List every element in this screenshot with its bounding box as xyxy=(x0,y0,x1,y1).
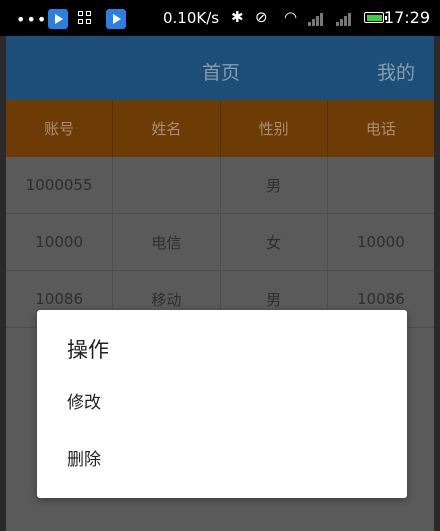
cell-phone xyxy=(328,157,434,213)
vibrate-mute-icon: ⊘ xyxy=(255,8,268,26)
cell-phone: 10000 xyxy=(357,233,405,251)
header-gender: 性别 xyxy=(221,100,328,157)
cell-gender: 男 xyxy=(221,157,328,213)
operation-dialog: 操作 修改 删除 xyxy=(37,310,407,498)
signal-icon-2 xyxy=(336,12,352,26)
signal-icon xyxy=(308,12,324,26)
clock: 17:29 xyxy=(383,8,430,27)
play-app-icon-2 xyxy=(106,9,126,29)
more-dots-icon: ••• xyxy=(16,10,48,29)
header-phone: 电话 xyxy=(365,120,396,138)
tab-home[interactable]: 首页 xyxy=(202,58,240,85)
edit-menu-item[interactable]: 修改 xyxy=(67,383,367,423)
table-row[interactable]: 10000 电信 女 10000 xyxy=(6,214,434,271)
top-nav-bar: 首页 我的 xyxy=(6,36,434,100)
cell-name xyxy=(113,157,221,213)
play-app-icon xyxy=(48,9,68,29)
cell-account: 10000 xyxy=(6,214,114,270)
network-speed: 0.10K/s xyxy=(163,9,220,27)
grid-app-icon xyxy=(78,11,94,27)
account-table: 账号 姓名 性别 电话 1000055 男 10000 电信 女 10000 1… xyxy=(6,100,434,328)
cell-name: 电信 xyxy=(113,214,221,270)
table-header: 账号 姓名 性别 电话 xyxy=(6,100,434,157)
wifi-icon: ◠ xyxy=(284,8,298,26)
bluetooth-icon: ✱ xyxy=(231,8,244,26)
cell-gender: 女 xyxy=(221,214,328,270)
cell-account: 1000055 xyxy=(6,157,114,213)
tab-mine[interactable]: 我的 xyxy=(377,58,415,85)
header-name: 姓名 xyxy=(113,100,221,157)
status-bar: ••• 0.10K/s ✱ ⊘ ◠ 17:29 xyxy=(0,0,440,36)
table-row[interactable]: 1000055 男 xyxy=(6,157,434,214)
dialog-title: 操作 xyxy=(67,338,109,362)
battery-icon xyxy=(364,12,387,23)
header-account: 账号 xyxy=(6,100,114,157)
delete-menu-item[interactable]: 删除 xyxy=(67,440,367,480)
